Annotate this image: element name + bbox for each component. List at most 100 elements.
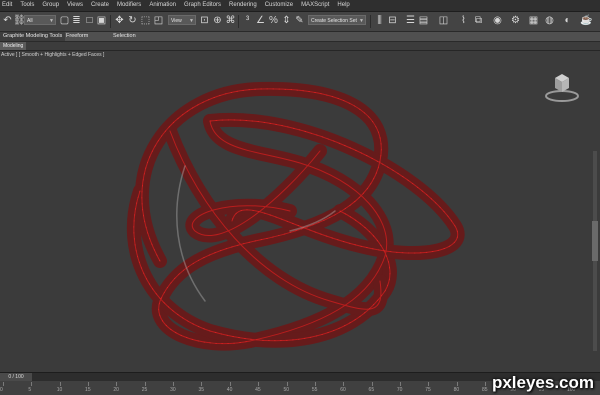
timeline-tick-label: 55 [311,387,318,393]
menu-tools[interactable]: Tools [16,0,38,11]
viewport-scene [126,81,465,351]
select-icon[interactable]: ▢ [59,15,70,26]
timeline-tick [31,382,33,386]
timeline-tick [286,382,288,386]
snap-icon[interactable]: ³ [242,15,253,26]
timeline-tick-label: 50 [283,387,290,393]
timeline-tick-label: 15 [85,387,91,393]
timeline-tick [314,382,316,386]
rotate-icon[interactable]: ↻ [127,15,138,26]
perspective-viewport[interactable]: Active ] [ Smooth + Highlights + Edged F… [0,51,600,372]
rendered-frame-icon[interactable]: ▦ [528,15,539,26]
named-selection-dropdown[interactable]: Create Selection Set ▼ [308,15,366,25]
menu-help[interactable]: Help [333,0,353,11]
timeline-tick-label: 25 [141,387,148,393]
scale-alt-icon[interactable]: ◰ [153,15,164,26]
tab-label: Freeform [66,33,89,39]
timeline-tick [3,382,4,386]
ref-coord-value: View [171,18,182,24]
undo-icon[interactable]: ↶ [2,15,13,26]
timeline-tick [229,382,231,386]
ribbon-panel-bar: Modeling [0,42,600,51]
mirror-icon[interactable]: ⫼ [374,15,385,26]
menu-rendering[interactable]: Rendering [225,0,261,11]
menu-animation[interactable]: Animation [145,0,180,11]
edit-named-selection-icon[interactable]: ✎ [294,15,305,26]
tab-graphite-modeling-tools[interactable]: Graphite Modeling Tools [0,32,66,41]
graphite-toggle-icon[interactable]: ◫ [438,15,449,26]
schematic-icon[interactable]: ⧉ [473,15,484,26]
render-setup-icon[interactable]: ⚙ [510,15,521,26]
move-icon[interactable]: ✥ [114,15,125,26]
timeline-tick [456,382,458,386]
named-selection-value: Create Selection Set [311,18,357,24]
tab-label: Selection [113,33,136,39]
curve-editor-icon[interactable]: ⌇ [458,15,469,26]
menu-edit[interactable]: Edit [0,0,16,11]
selection-filter-dropdown[interactable]: All ▼ [24,15,56,25]
render-production-icon[interactable]: ◐ [562,15,573,26]
timeline-tick-label: 30 [170,387,176,393]
teapot-icon[interactable]: ☕ [580,15,592,26]
menu-modifiers[interactable]: Modifiers [113,0,145,11]
timeline-tick [173,382,175,386]
timeline-tick [88,382,90,386]
toolbar-separator [110,15,111,28]
viewport-side-scrollbar[interactable] [590,151,600,351]
timeline-tick-label: 85 [481,387,488,393]
timeline-tick-label: 20 [113,387,119,393]
percent-snap-icon[interactable]: % [268,15,279,26]
menu-customize[interactable]: Customize [261,0,297,11]
pivot-icon[interactable]: ⊡ [199,15,210,26]
ref-coord-dropdown[interactable]: View ▼ [168,15,196,25]
timeline-tick-label: 40 [226,387,233,393]
timeline-tick [144,382,146,386]
timeline-tick [484,382,486,386]
timeline-tick-label: 80 [453,387,460,393]
tab-selection[interactable]: Selection [113,32,136,41]
scale-icon[interactable]: ⬚ [140,15,151,26]
spinner-snap-icon[interactable]: ⇕ [281,15,292,26]
timeline-tick-label: 0 [0,387,3,393]
align-icon[interactable]: ⊟ [387,15,398,26]
modeling-panel-tab[interactable]: Modeling [0,42,27,50]
timeline-tick-label: 60 [340,387,346,393]
toolbar-separator [238,15,239,28]
menu-maxscript[interactable]: MAXScript [297,0,333,11]
ribbon: Graphite Modeling Tools Freeform Selecti… [0,32,600,42]
timeline-tick [371,382,373,386]
chevron-down-icon: ▼ [189,18,194,24]
menu-group[interactable]: Group [38,0,63,11]
window-crossing-icon[interactable]: ▣ [96,15,107,26]
timeline-tick [201,382,203,386]
chevron-down-icon: ▼ [359,18,364,24]
render-icon[interactable]: ◍ [544,15,555,26]
viewcube-icon[interactable] [543,68,581,102]
link-icon[interactable]: ⛓ [13,15,26,26]
chevron-down-icon: ▼ [49,18,54,24]
frame-counter[interactable]: 0 / 100 [0,373,32,381]
material-editor-icon[interactable]: ◉ [492,15,503,26]
menu-bar: Edit Tools Group Views Create Modifiers … [0,0,600,12]
rect-select-icon[interactable]: □ [84,15,95,26]
menu-create[interactable]: Create [87,0,113,11]
timeline-tick [59,382,61,386]
tab-label: Graphite Modeling Tools [3,33,63,39]
keyboard-shortcut-icon[interactable]: ⌘ [225,15,236,26]
timeline-tick-label: 75 [425,387,431,393]
angle-snap-icon[interactable]: ∠ [255,15,266,26]
tab-freeform[interactable]: Freeform [66,32,88,41]
timeline-tick [343,382,345,386]
layer-manager-icon[interactable]: ▤ [418,15,429,26]
select-by-name-icon[interactable]: ≣ [71,15,82,26]
timeline-tick-label: 35 [198,387,204,393]
menu-graph-editors[interactable]: Graph Editors [180,0,225,11]
menu-views[interactable]: Views [63,0,87,11]
timeline-tick [428,382,430,386]
layer-icon[interactable]: ☰ [405,15,416,26]
selection-filter-value: All [27,18,33,24]
timeline-tick [258,382,260,386]
timeline-tick-label: 10 [56,387,63,393]
select-manipulate-icon[interactable]: ⊕ [212,15,223,26]
timeline-tick [116,382,118,386]
